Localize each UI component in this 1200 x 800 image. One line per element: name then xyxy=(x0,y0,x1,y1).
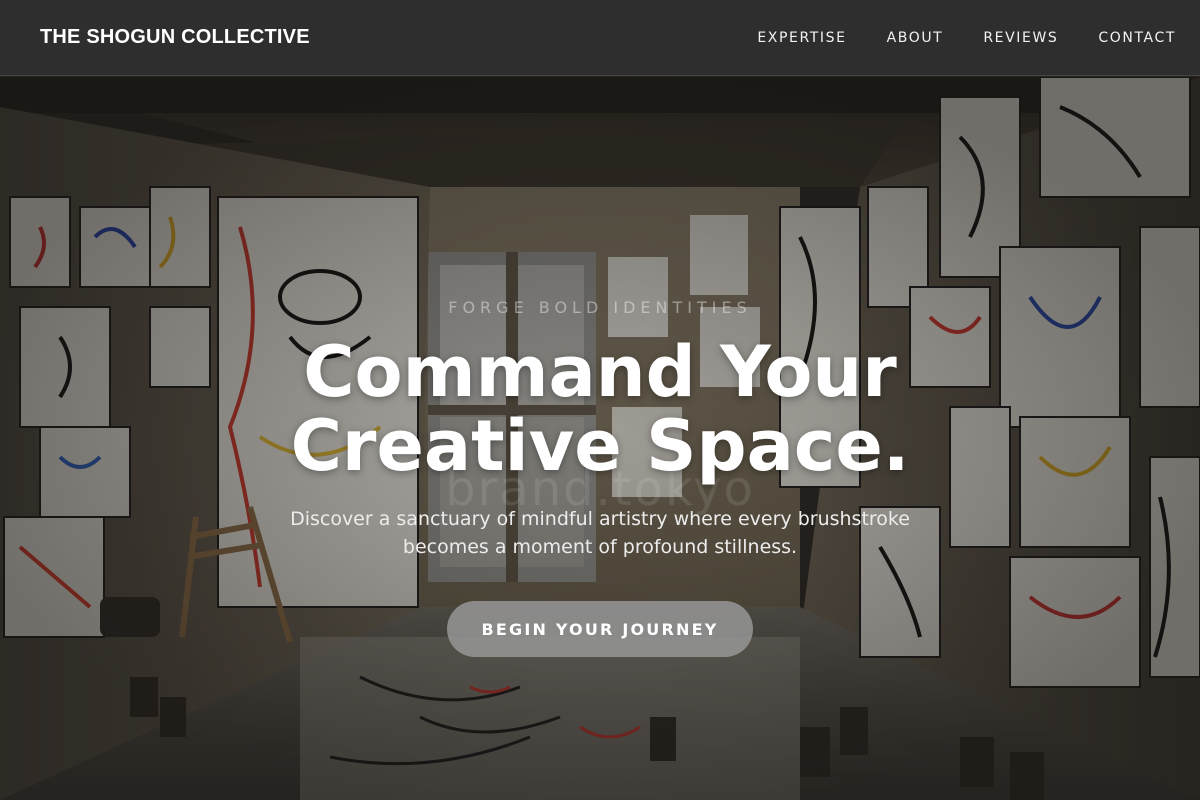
hero-content: FORGE BOLD IDENTITIES brand.tokyo Comman… xyxy=(0,77,1200,800)
begin-journey-button[interactable]: BEGIN YOUR JOURNEY xyxy=(447,601,753,657)
hero-headline-line2: Creative Space. xyxy=(290,405,910,487)
hero-eyebrow: FORGE BOLD IDENTITIES xyxy=(448,298,752,317)
hero-subtext: Discover a sanctuary of mindful artistry… xyxy=(290,508,910,558)
nav-link-expertise[interactable]: EXPERTISE xyxy=(757,30,846,46)
hero-headline-line1: Command Your xyxy=(303,331,897,413)
hero-headline: Command Your Creative Space. xyxy=(0,335,1200,483)
site-header: THE SHOGUN COLLECTIVE EXPERTISE ABOUT RE… xyxy=(0,0,1200,76)
main-nav: EXPERTISE ABOUT REVIEWS CONTACT xyxy=(717,30,1176,46)
nav-link-reviews[interactable]: REVIEWS xyxy=(983,30,1058,46)
nav-link-about[interactable]: ABOUT xyxy=(887,30,944,46)
hero-section: FORGE BOLD IDENTITIES brand.tokyo Comman… xyxy=(0,77,1200,800)
brand-logo-link[interactable]: THE SHOGUN COLLECTIVE xyxy=(40,26,310,49)
nav-link-contact[interactable]: CONTACT xyxy=(1098,30,1176,46)
